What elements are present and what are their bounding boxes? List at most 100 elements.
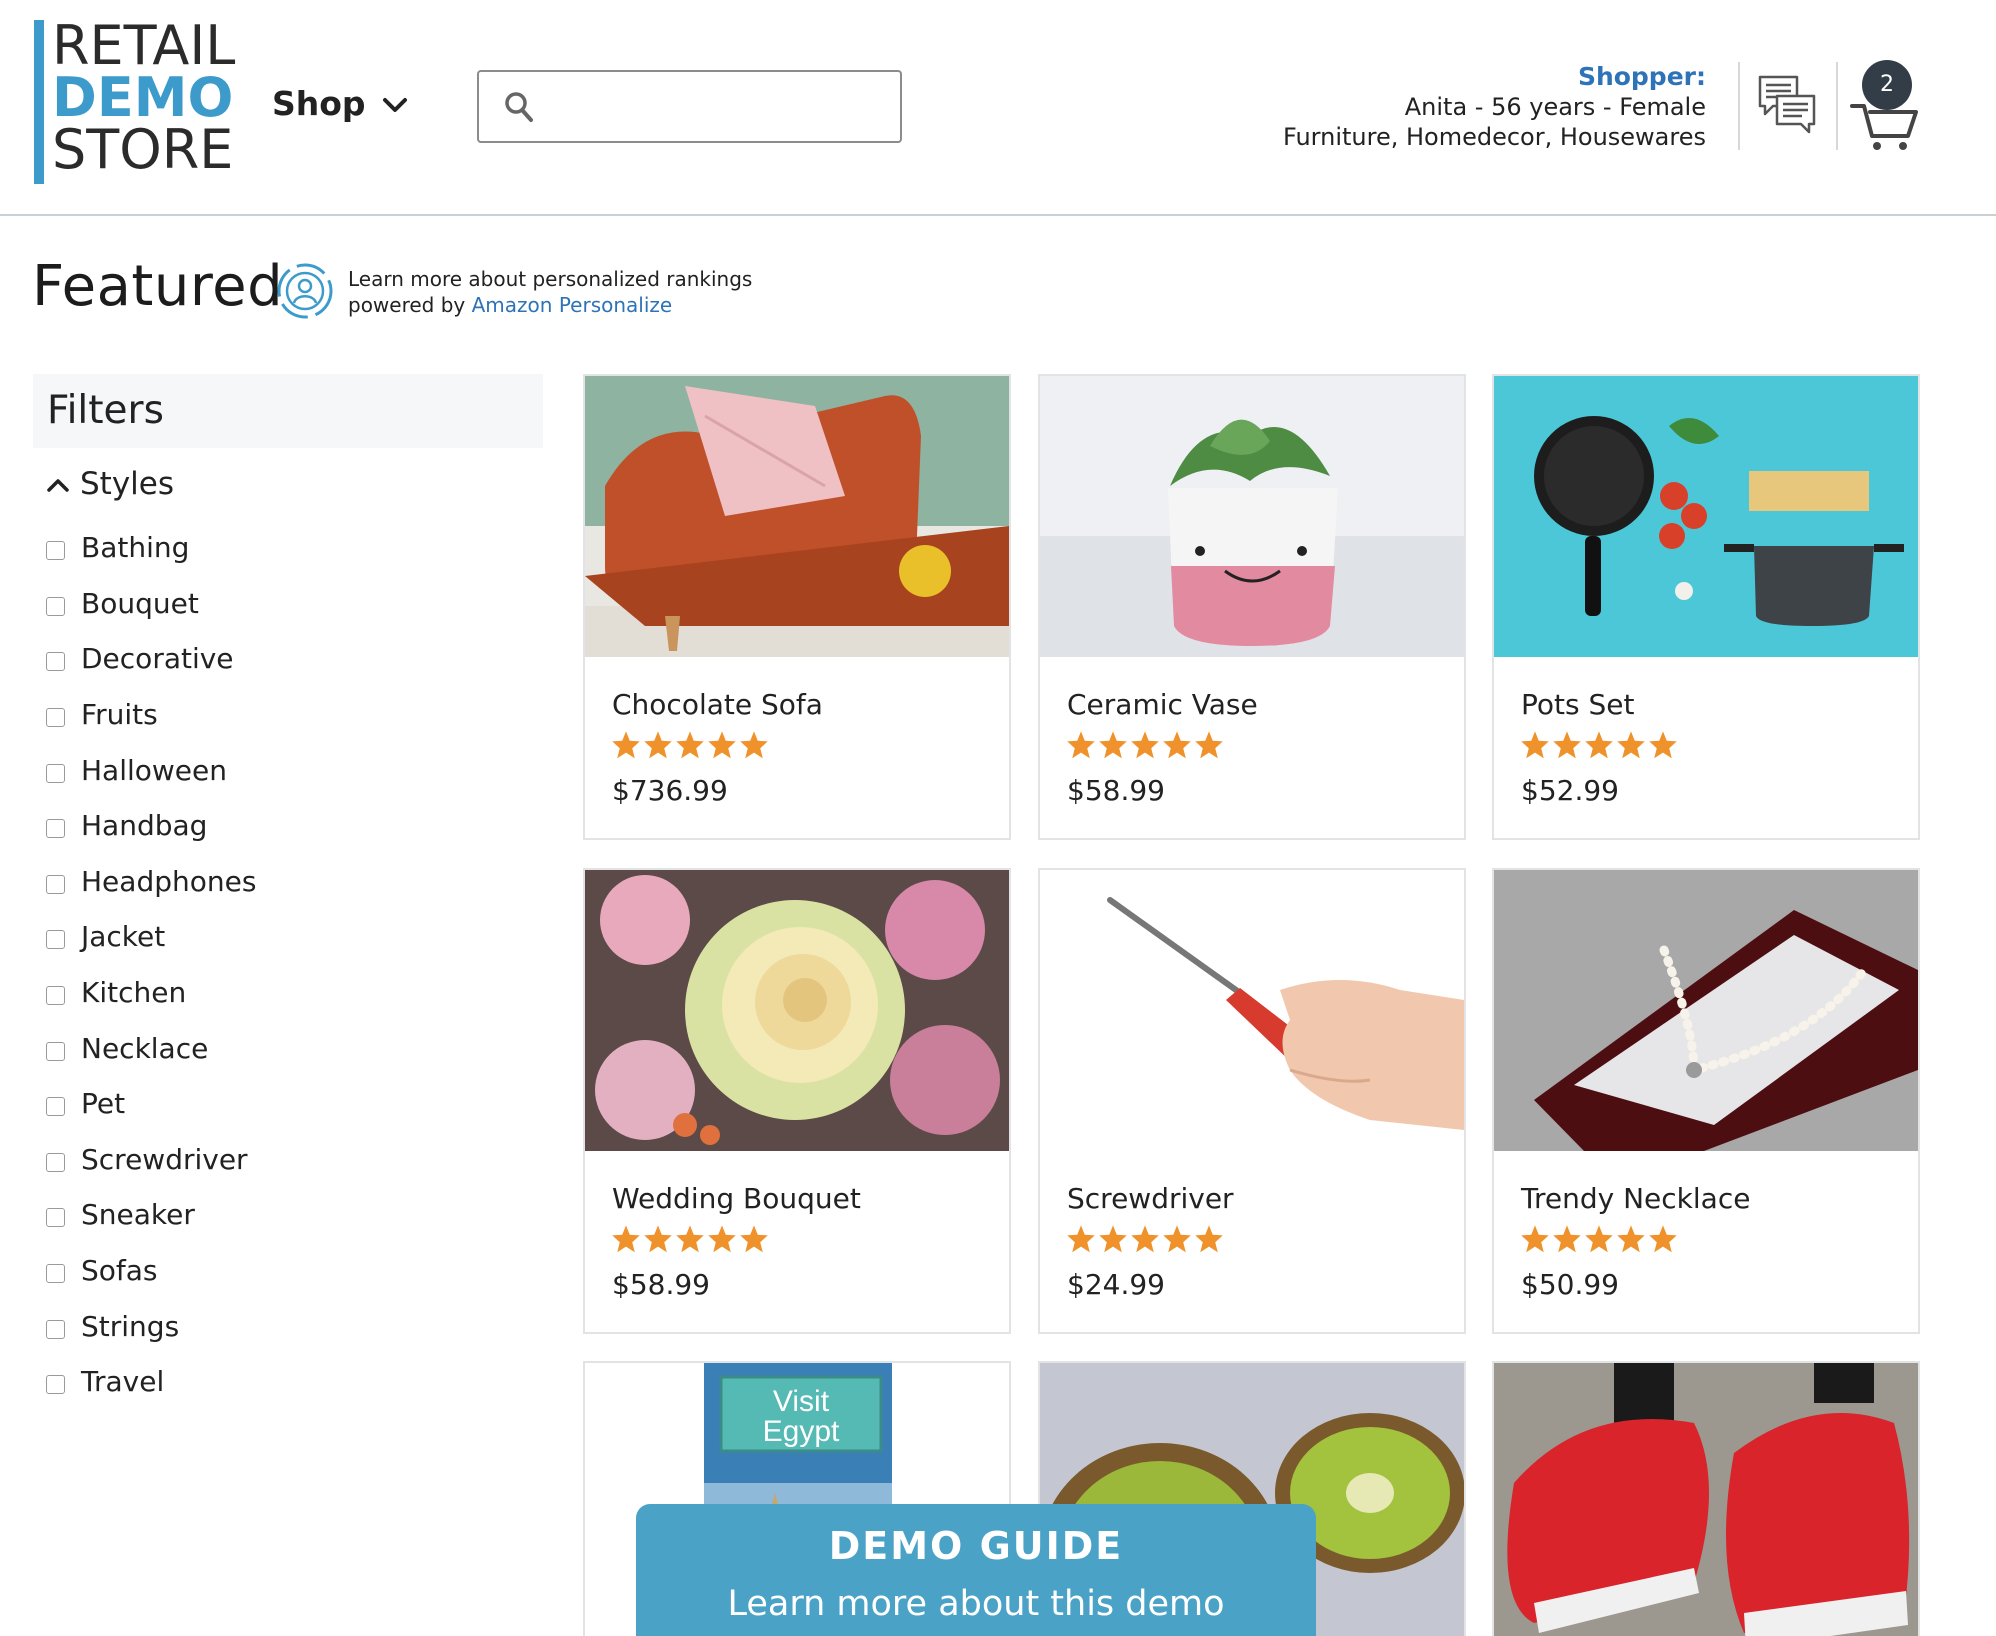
- filter-option[interactable]: Bouquet: [46, 576, 256, 632]
- filter-checkbox[interactable]: [46, 652, 65, 672]
- product-card[interactable]: Ceramic Vase $58.99: [1038, 374, 1466, 840]
- product-image-necklace[interactable]: [1494, 870, 1918, 1151]
- personalize-info: Learn more about personalized rankings p…: [348, 266, 752, 318]
- product-card[interactable]: Pots Set $52.99: [1492, 374, 1920, 840]
- shop-menu-button[interactable]: Shop: [272, 84, 408, 123]
- product-name[interactable]: Pots Set: [1521, 688, 1634, 721]
- filter-label: Sneaker: [81, 1198, 195, 1232]
- filter-option[interactable]: Sofas: [46, 1243, 256, 1299]
- star-icon: [1067, 1225, 1095, 1253]
- header-divider: [1738, 62, 1740, 150]
- product-name[interactable]: Chocolate Sofa: [612, 688, 823, 721]
- filter-checkbox[interactable]: [46, 1041, 65, 1061]
- star-icon: [1553, 731, 1581, 759]
- demo-guide-button[interactable]: DEMO GUIDE Learn more about this demo: [636, 1504, 1316, 1636]
- filter-option[interactable]: Pet: [46, 1076, 256, 1132]
- page-title: Featured: [32, 254, 284, 319]
- filter-option[interactable]: Handbag: [46, 798, 256, 854]
- star-icon: [1649, 1225, 1677, 1253]
- filter-checkbox[interactable]: [46, 708, 65, 728]
- shopper-label: Shopper:: [1577, 62, 1706, 91]
- product-card[interactable]: [1492, 1361, 1920, 1636]
- filter-label: Jacket: [81, 920, 166, 954]
- filters-title: Filters: [33, 374, 543, 448]
- product-name[interactable]: Trendy Necklace: [1521, 1182, 1750, 1215]
- star-rating: [611, 1224, 769, 1253]
- star-rating: [1520, 730, 1678, 759]
- star-icon: [708, 1225, 736, 1253]
- star-icon: [740, 1225, 768, 1253]
- filter-option[interactable]: Jacket: [46, 909, 256, 965]
- filter-checkbox[interactable]: [46, 819, 65, 839]
- shopper-info[interactable]: Shopper: Anita - 56 years - Female Furni…: [1283, 62, 1706, 152]
- filter-checkbox[interactable]: [46, 763, 65, 783]
- amazon-personalize-link[interactable]: Amazon Personalize: [472, 293, 673, 317]
- product-card[interactable]: Screwdriver $24.99: [1038, 868, 1466, 1334]
- product-card[interactable]: Wedding Bouquet $58.99: [583, 868, 1011, 1334]
- product-image-sneakers[interactable]: [1494, 1363, 1918, 1636]
- styles-filter-list: Bathing Bouquet Decorative Fruits Hallow…: [46, 520, 256, 1410]
- product-image-screwdriver[interactable]: [1040, 870, 1464, 1151]
- filter-checkbox[interactable]: [46, 596, 65, 616]
- star-icon: [1649, 731, 1677, 759]
- star-icon: [1131, 1225, 1159, 1253]
- product-name[interactable]: Ceramic Vase: [1067, 688, 1258, 721]
- filter-option[interactable]: Halloween: [46, 742, 256, 798]
- filter-checkbox[interactable]: [46, 1208, 65, 1228]
- demo-guide-title: DEMO GUIDE: [828, 1524, 1124, 1568]
- filter-option[interactable]: Headphones: [46, 854, 256, 910]
- search-box[interactable]: [477, 70, 902, 143]
- filter-label: Necklace: [81, 1031, 209, 1065]
- star-icon: [644, 1225, 672, 1253]
- filter-label: Halloween: [81, 753, 228, 787]
- filter-option[interactable]: Travel: [46, 1354, 256, 1410]
- filter-option[interactable]: Decorative: [46, 631, 256, 687]
- chat-icon[interactable]: [1757, 74, 1817, 140]
- filter-label: Pet: [81, 1087, 126, 1121]
- filter-checkbox[interactable]: [46, 930, 65, 950]
- filter-option[interactable]: Fruits: [46, 687, 256, 743]
- filter-checkbox[interactable]: [46, 1319, 65, 1339]
- powered-by-label: powered by: [348, 293, 472, 317]
- star-icon: [1553, 1225, 1581, 1253]
- star-icon: [1099, 731, 1127, 759]
- filter-label: Bathing: [81, 531, 190, 565]
- filter-option[interactable]: Sneaker: [46, 1187, 256, 1243]
- filter-checkbox[interactable]: [46, 541, 65, 561]
- product-image-bouquet[interactable]: [585, 870, 1009, 1151]
- product-name[interactable]: Screwdriver: [1067, 1182, 1234, 1215]
- filter-option[interactable]: Screwdriver: [46, 1132, 256, 1188]
- filter-checkbox[interactable]: [46, 874, 65, 894]
- product-image-sofa[interactable]: [585, 376, 1009, 657]
- filter-label: Screwdriver: [81, 1142, 248, 1176]
- logo-line-demo: DEMO: [52, 66, 234, 129]
- filter-checkbox[interactable]: [46, 1264, 65, 1284]
- filter-checkbox[interactable]: [46, 1097, 65, 1117]
- styles-section-label: Styles: [80, 466, 175, 502]
- personalize-line1: Learn more about personalized rankings: [348, 267, 753, 291]
- star-icon: [1521, 731, 1549, 759]
- filter-option[interactable]: Strings: [46, 1298, 256, 1354]
- logo-line-retail: RETAIL: [52, 14, 236, 77]
- search-input[interactable]: [549, 82, 889, 132]
- filter-option[interactable]: Necklace: [46, 1020, 256, 1076]
- filter-option[interactable]: Kitchen: [46, 965, 256, 1021]
- product-card[interactable]: Trendy Necklace $50.99: [1492, 868, 1920, 1334]
- star-icon: [1195, 731, 1223, 759]
- product-image-pots[interactable]: [1494, 376, 1918, 657]
- store-logo[interactable]: RETAIL DEMO STORE: [34, 14, 244, 184]
- star-icon: [1163, 731, 1191, 759]
- filter-option[interactable]: Bathing: [46, 520, 256, 576]
- product-price: $24.99: [1067, 1268, 1165, 1301]
- cart-button[interactable]: 2: [1850, 60, 1920, 160]
- styles-section-toggle[interactable]: Styles: [46, 466, 174, 502]
- filter-checkbox[interactable]: [46, 986, 65, 1006]
- product-image-vase[interactable]: [1040, 376, 1464, 657]
- shop-label: Shop: [272, 84, 366, 123]
- product-name[interactable]: Wedding Bouquet: [612, 1182, 861, 1215]
- filter-checkbox[interactable]: [46, 1375, 65, 1395]
- filter-label: Decorative: [81, 642, 234, 676]
- product-card[interactable]: Chocolate Sofa $736.99: [583, 374, 1011, 840]
- header-divider: [1836, 62, 1838, 150]
- filter-checkbox[interactable]: [46, 1152, 65, 1172]
